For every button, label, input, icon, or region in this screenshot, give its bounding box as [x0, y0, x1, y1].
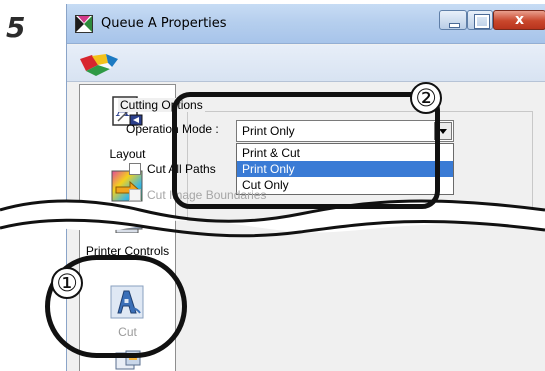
printer-controls-icon — [111, 222, 143, 233]
title-bar[interactable]: Queue A Properties x — [67, 4, 545, 44]
toolbar — [67, 45, 545, 82]
maximize-button[interactable] — [467, 10, 493, 30]
app-icon — [75, 15, 93, 33]
step-number-badge: 5 — [6, 11, 26, 44]
close-button[interactable]: x — [493, 10, 545, 30]
callout-number-1: ① — [51, 267, 83, 299]
minimize-button[interactable] — [439, 10, 467, 30]
sidebar-item-label: Layout — [109, 147, 146, 161]
window-title: Queue A Properties — [101, 16, 227, 31]
checkbox-box[interactable] — [129, 163, 141, 175]
checkbox-box — [129, 189, 141, 201]
callout-number-2: ② — [410, 82, 442, 114]
callout-ring-2 — [172, 92, 440, 209]
close-icon: x — [514, 12, 525, 28]
brand-logo-icon — [80, 54, 118, 76]
